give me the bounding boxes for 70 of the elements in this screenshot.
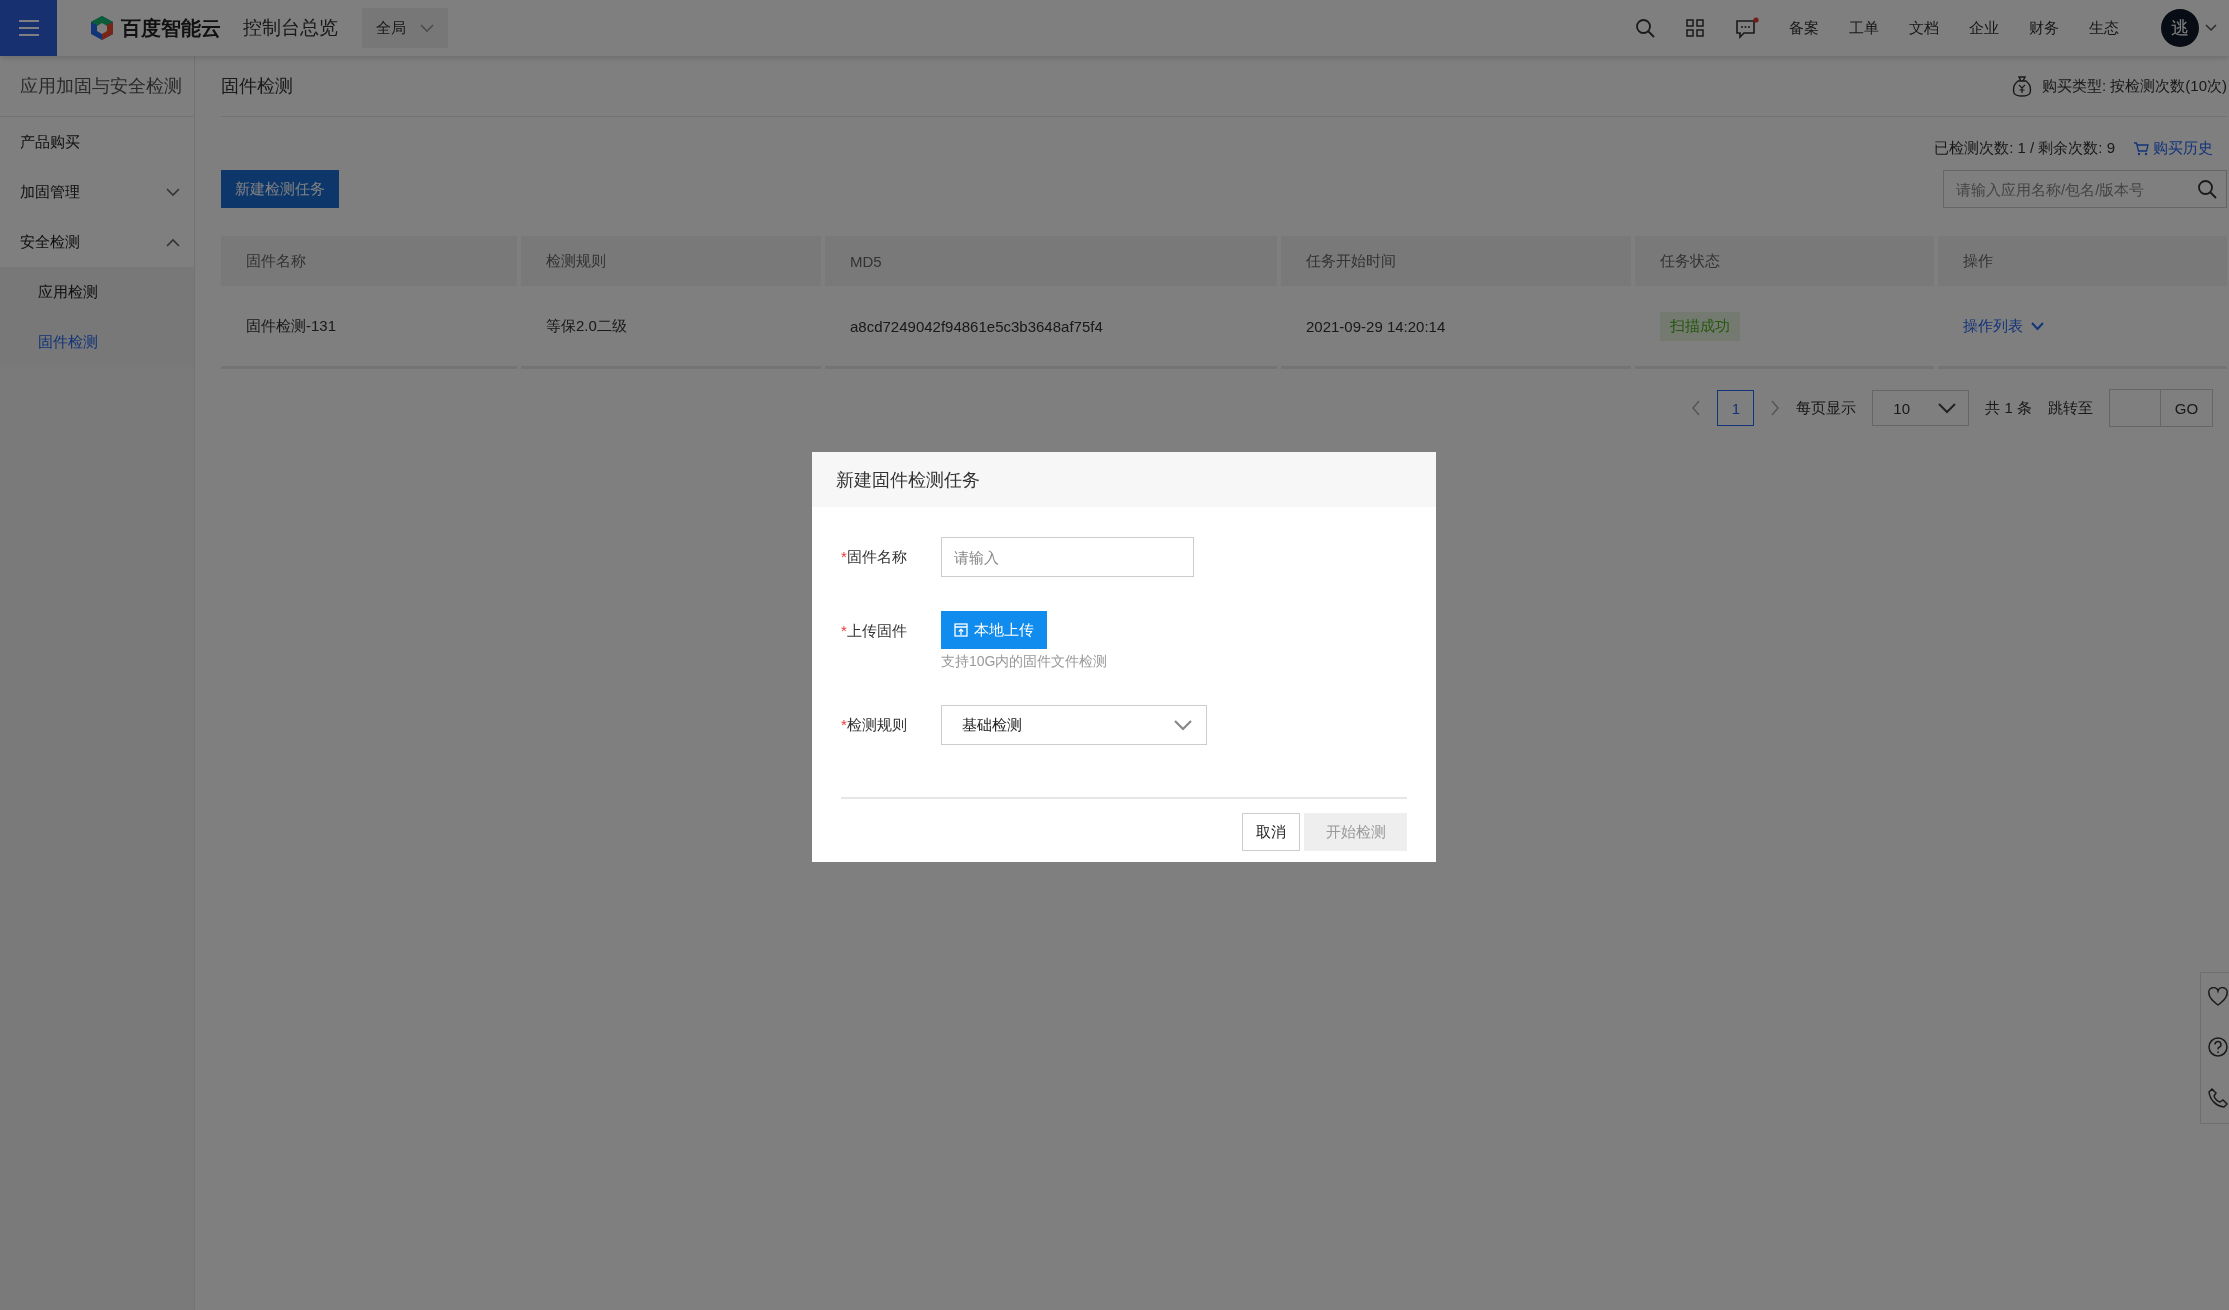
column-header: MD5: [825, 236, 1277, 286]
upload-hint: 支持10G内的固件文件检测: [941, 653, 1108, 671]
message-icon[interactable]: [1735, 17, 1759, 39]
table-cell: 2021-09-29 14:20:14: [1281, 286, 1631, 369]
search-icon[interactable]: [2197, 179, 2217, 199]
column-header: 固件名称: [221, 236, 517, 286]
nav-link[interactable]: 工单: [1849, 18, 1879, 38]
purchase-history-link[interactable]: 购买历史: [2133, 139, 2213, 158]
name-input[interactable]: 请输入: [941, 537, 1194, 577]
action-menu-link[interactable]: 操作列表: [1963, 316, 2044, 336]
cart-icon: [2133, 141, 2149, 156]
column-header: 任务开始时间: [1281, 236, 1631, 286]
upload-icon: [954, 623, 968, 637]
money-bag-icon: [2012, 75, 2032, 97]
cancel-button[interactable]: 取消: [1242, 813, 1300, 851]
status-tag: 扫描成功: [1660, 311, 1740, 341]
column-header: 操作: [1938, 236, 2227, 286]
nav-link[interactable]: 文档: [1909, 18, 1939, 38]
page-input[interactable]: [2109, 389, 2161, 427]
table-cell: 固件检测-131: [221, 286, 517, 369]
sidebar-subitem[interactable]: 固件检测: [0, 317, 194, 367]
dialog-title: 新建固件检测任务: [812, 452, 1436, 507]
sidebar-title: 应用加固与安全检测: [0, 56, 194, 117]
table-cell: 等保2.0二级: [521, 286, 821, 369]
new-task-button[interactable]: 新建检测任务: [221, 170, 339, 208]
table-cell: a8cd7249042f94861e5c3b3648af75f4: [825, 286, 1277, 369]
column-header: 检测规则: [521, 236, 821, 286]
sidebar-item[interactable]: 产品购买: [0, 117, 194, 167]
help-icon[interactable]: [2207, 1036, 2229, 1058]
per-page-select[interactable]: 10: [1872, 390, 1970, 426]
caret-icon: [1938, 402, 1957, 414]
sidebar-subitem[interactable]: 应用检测: [0, 267, 194, 317]
logo-icon: [89, 15, 115, 41]
purchase-type: 购买类型: 按检测次数(10次): [2042, 76, 2227, 96]
sidebar-item[interactable]: 安全检测: [0, 217, 194, 267]
caret-icon: [1174, 719, 1192, 731]
brand-name[interactable]: 百度智能云: [121, 14, 221, 42]
caret-icon: [420, 23, 434, 33]
column-header: 任务状态: [1635, 236, 1934, 286]
page-title: 固件检测: [221, 75, 293, 98]
per-page-label: 每页显示: [1796, 398, 1857, 418]
heart-icon[interactable]: [2207, 987, 2229, 1008]
chevron-down-icon: [166, 187, 180, 197]
rule-select[interactable]: 基础检测: [941, 705, 1207, 745]
sidebar-item[interactable]: 加固管理: [0, 167, 194, 217]
search-icon[interactable]: [1635, 18, 1655, 38]
nav-link[interactable]: 生态: [2089, 18, 2119, 38]
total-count: 共 1 条: [1985, 398, 2032, 418]
chevron-down-icon: [2031, 321, 2044, 331]
field-label: *检测规则: [841, 715, 908, 735]
upload-button[interactable]: 本地上传: [941, 611, 1047, 649]
nav-link[interactable]: 财务: [2029, 18, 2059, 38]
console-link[interactable]: 控制台总览: [243, 15, 338, 41]
nav-link[interactable]: 备案: [1789, 18, 1819, 38]
chevron-up-icon: [166, 237, 180, 247]
phone-icon[interactable]: [2207, 1086, 2229, 1109]
grid-icon[interactable]: [1685, 18, 1705, 38]
search-field[interactable]: 请输入应用名称/包名/版本号: [1943, 170, 2227, 208]
caret-icon[interactable]: [2205, 24, 2217, 32]
region-dropdown[interactable]: 全局: [362, 8, 448, 48]
field-label: *固件名称: [841, 547, 908, 567]
nav-link[interactable]: 企业: [1969, 18, 1999, 38]
field-label: *上传固件: [841, 621, 908, 641]
menu-button[interactable]: [0, 0, 57, 56]
user-avatar[interactable]: 逃: [2161, 9, 2199, 47]
page-button[interactable]: 1: [1717, 390, 1755, 426]
menu-icon: [17, 19, 40, 37]
jump-label: 跳转至: [2048, 398, 2093, 418]
usage-count: 已检测次数: 1 / 剩余次数: 9: [1934, 139, 2115, 158]
go-button[interactable]: GO: [2161, 389, 2213, 427]
